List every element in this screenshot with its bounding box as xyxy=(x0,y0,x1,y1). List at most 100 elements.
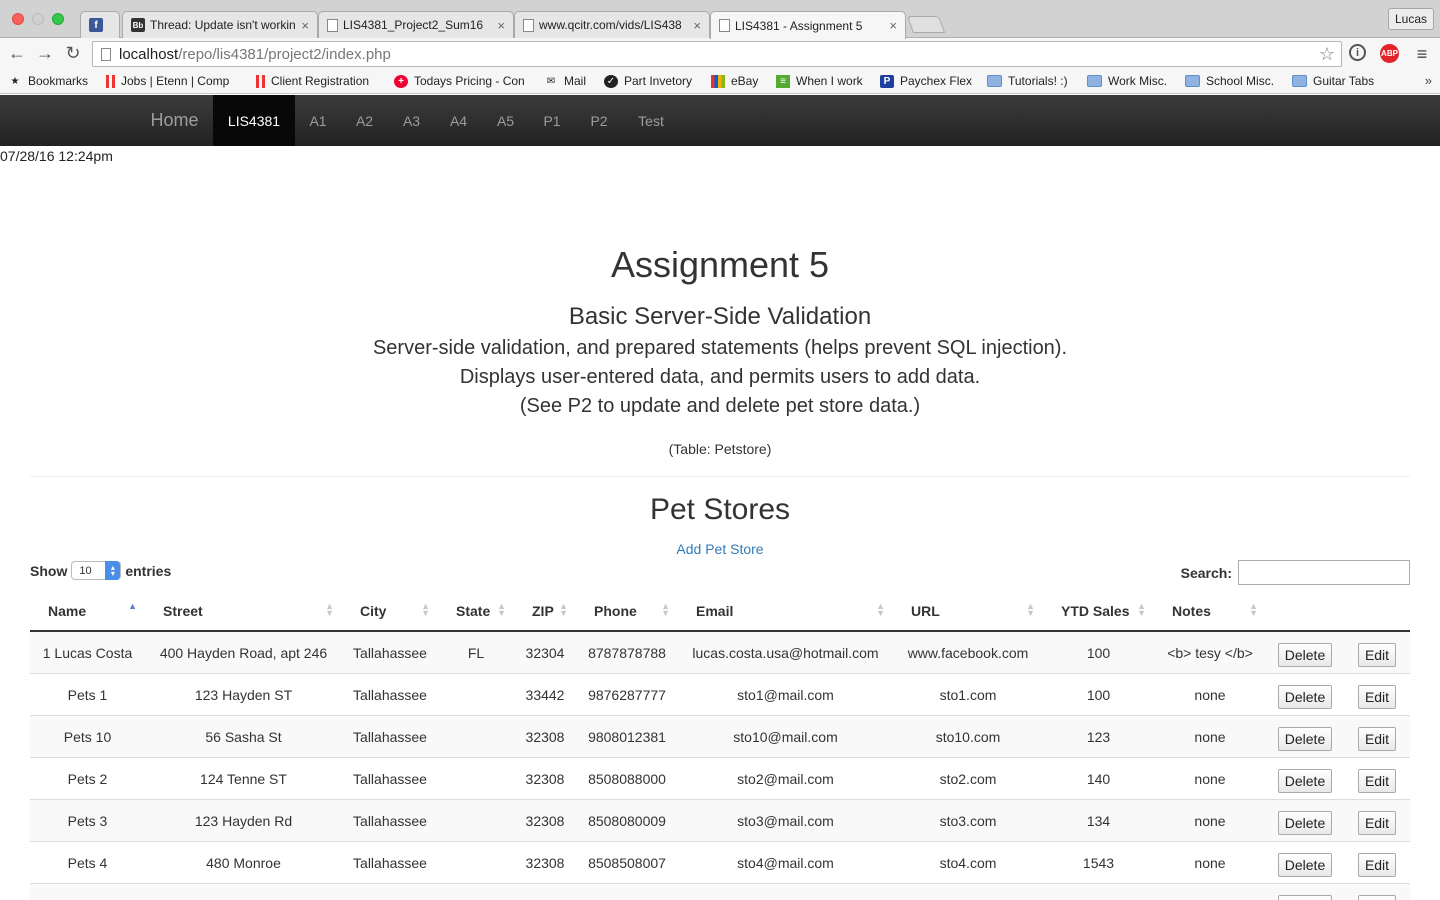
browser-tab-qcitr[interactable]: www.qcitr.com/vids/LIS438 × xyxy=(514,11,710,38)
edit-button[interactable]: Edit xyxy=(1357,853,1397,877)
tab-close-icon[interactable]: × xyxy=(693,18,701,33)
menu-icon[interactable]: ≡ xyxy=(1412,44,1432,64)
bookmark-ebay[interactable]: eBay xyxy=(711,74,758,88)
edit-button[interactable]: Edit xyxy=(1357,727,1397,751)
delete-button[interactable]: Delete xyxy=(1277,685,1333,709)
bookmark-jobs[interactable]: Jobs | Etenn | Comp xyxy=(106,74,244,88)
edit-button[interactable]: Edit xyxy=(1357,895,1397,900)
bookmark-star-icon[interactable]: ☆ xyxy=(1319,44,1335,65)
cell-email: lucas.costa.usa@hotmail.com xyxy=(678,630,893,673)
bookmark-tutorials[interactable]: Tutorials! :) xyxy=(987,74,1068,88)
browser-tab-assignment5[interactable]: LIS4381 - Assignment 5 × xyxy=(710,11,906,39)
document-icon xyxy=(523,18,534,32)
column-header-notes[interactable]: Notes ▲ ▼ xyxy=(1154,591,1266,632)
search-input[interactable] xyxy=(1238,560,1410,585)
bookmark-label: Work Misc. xyxy=(1108,74,1168,88)
cell-email: sto1@mail.com xyxy=(678,672,893,715)
delete-button[interactable]: Delete xyxy=(1277,811,1333,835)
nav-a4[interactable]: A4 xyxy=(435,95,482,146)
delete-button[interactable]: Delete xyxy=(1277,727,1333,751)
delete-button[interactable]: Delete xyxy=(1277,853,1333,877)
delete-button[interactable]: Delete xyxy=(1277,643,1333,668)
column-header-ytd-sales[interactable]: YTD Sales ▲ ▼ xyxy=(1043,591,1154,632)
forward-icon[interactable]: → xyxy=(34,43,56,64)
column-header-url[interactable]: URL ▲ ▼ xyxy=(893,591,1043,632)
table-search: Search: xyxy=(1181,560,1410,585)
folder-icon xyxy=(1087,75,1102,87)
tab-close-icon[interactable]: × xyxy=(301,18,309,33)
browser-tab-project2[interactable]: LIS4381_Project2_Sum16 × xyxy=(318,11,514,38)
reload-icon[interactable]: ↻ xyxy=(62,43,84,64)
bookmark-schoolmisc[interactable]: School Misc. xyxy=(1185,74,1274,88)
bookmark-apps[interactable]: ★ Bookmarks xyxy=(8,74,89,88)
column-header-state[interactable]: State ▲ ▼ xyxy=(438,591,514,632)
edit-button[interactable]: Edit xyxy=(1357,685,1397,709)
entries-select[interactable]: 10 ▴ ▾ xyxy=(71,561,122,580)
bookmark-workmisc[interactable]: Work Misc. xyxy=(1087,74,1167,88)
nav-p1[interactable]: P1 xyxy=(529,95,575,146)
nav-a1[interactable]: A1 xyxy=(295,95,341,146)
cell-edit: Edit xyxy=(1344,756,1410,799)
bookmark-pricing[interactable]: + Todays Pricing - Con xyxy=(394,74,530,88)
table-note: (Table: Petstore) xyxy=(668,441,772,457)
table-row: Pets 3 123 Hayden Rd Tallahassee 32308 85080… xyxy=(30,798,1410,841)
cell-street: 123 Hayden ST xyxy=(145,672,342,715)
column-header-zip[interactable]: ZIP ▲ ▼ xyxy=(514,591,576,632)
nav-home[interactable]: Home xyxy=(136,95,213,146)
column-header-label: Notes xyxy=(1172,602,1211,619)
cell-url: sto10.com xyxy=(893,714,1043,757)
nav-a5[interactable]: A5 xyxy=(482,95,529,146)
column-header-email[interactable]: Email ▲ ▼ xyxy=(678,591,893,632)
column-header-name[interactable]: Name ▲ xyxy=(30,591,145,632)
edit-button[interactable]: Edit xyxy=(1357,769,1397,793)
cell-edit: Edit xyxy=(1344,630,1410,673)
cell-ytd-sales: 134 xyxy=(1043,798,1154,841)
cell-street: 123 Hayden Rd xyxy=(145,798,342,841)
tab-title: LIS4381 - Assignment 5 xyxy=(735,18,863,33)
bookmarks-more-icon[interactable]: » xyxy=(1425,73,1432,88)
profile-button[interactable]: Lucas xyxy=(1387,8,1434,30)
nav-a3[interactable]: A3 xyxy=(388,95,435,146)
zoom-window-button[interactable] xyxy=(52,13,64,25)
site-navbar: Home LIS4381 A1 A2 A3 A4 A5 P1 P2 Test xyxy=(0,95,1440,146)
column-header-phone[interactable]: Phone ▲ ▼ xyxy=(576,591,678,632)
add-pet-store-link[interactable]: Add Pet Store xyxy=(0,541,1440,557)
tab-close-icon[interactable]: × xyxy=(497,18,505,33)
back-icon[interactable]: ← xyxy=(6,43,28,64)
edit-button[interactable]: Edit xyxy=(1357,643,1397,668)
browser-tab-facebook[interactable]: f xyxy=(80,11,120,38)
delete-button[interactable]: Delete xyxy=(1277,895,1333,900)
nav-lis4381[interactable]: LIS4381 xyxy=(213,95,295,146)
column-header-label: ZIP xyxy=(532,602,554,619)
table-header-row: Name ▲ Street ▲ ▼ City ▲ ▼ State ▲ ▼ ZIP ▲ ▼ Phon… xyxy=(30,591,1410,632)
column-header-label: State xyxy=(456,602,491,619)
info-icon[interactable]: i xyxy=(1349,44,1366,61)
minimize-window-button[interactable] xyxy=(32,13,44,25)
bookmark-inventory[interactable]: ✓ Part Invetory xyxy=(604,74,692,88)
new-tab-button[interactable] xyxy=(906,16,946,33)
nav-test[interactable]: Test xyxy=(623,95,679,146)
bookmark-paychex[interactable]: P Paychex Flex xyxy=(880,74,972,88)
nav-p2[interactable]: P2 xyxy=(575,95,623,146)
cell-street: 400 Hayden Road, apt 246 xyxy=(145,630,342,673)
nav-a2[interactable]: A2 xyxy=(341,95,388,146)
adblock-icon[interactable]: ABP xyxy=(1380,44,1399,63)
column-header-street[interactable]: Street ▲ ▼ xyxy=(145,591,342,632)
bookmark-client[interactable]: Client Registration xyxy=(256,74,369,88)
bookmark-mail[interactable]: ✉ Mail xyxy=(544,74,586,88)
bookmark-guitartabs[interactable]: Guitar Tabs xyxy=(1292,74,1374,88)
close-window-button[interactable] xyxy=(12,13,24,25)
cell-notes: <b> tesy </b> xyxy=(1154,630,1266,673)
wheniwork-icon: ≡ xyxy=(776,74,790,88)
tab-close-icon[interactable]: × xyxy=(889,18,897,33)
cell-notes: none xyxy=(1154,882,1266,900)
cell-url: www.facebook.com xyxy=(893,630,1043,673)
delete-button[interactable]: Delete xyxy=(1277,769,1333,793)
cell-zip: 32308 xyxy=(514,882,576,900)
browser-tab-thread[interactable]: Bb Thread: Update isn't workin × xyxy=(122,11,318,38)
edit-button[interactable]: Edit xyxy=(1357,811,1397,835)
column-header-city[interactable]: City ▲ ▼ xyxy=(342,591,438,632)
cell-name: Pets 2 xyxy=(30,756,145,799)
bookmark-wheniwork[interactable]: ≡ When I work xyxy=(776,74,863,88)
address-bar[interactable]: localhost/repo/lis4381/project2/index.ph… xyxy=(92,41,1342,67)
